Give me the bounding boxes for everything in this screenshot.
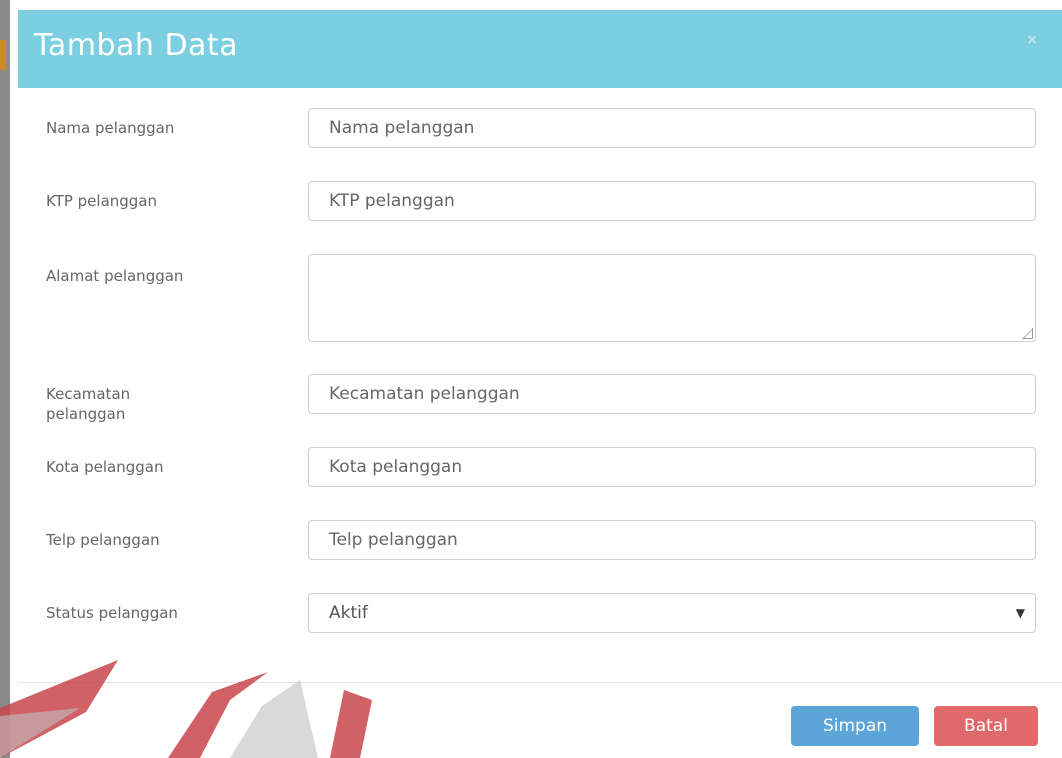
status-pelanggan-select[interactable]: Aktif ▼	[308, 593, 1036, 633]
label-alamat-pelanggan: Alamat pelanggan	[46, 267, 184, 285]
save-button[interactable]: Simpan	[791, 706, 919, 746]
modal-footer-divider	[18, 682, 1062, 683]
kecamatan-pelanggan-input[interactable]	[308, 374, 1036, 414]
nama-pelanggan-input[interactable]	[308, 108, 1036, 148]
label-telp-pelanggan: Telp pelanggan	[46, 531, 160, 549]
textarea-resize-handle[interactable]	[1022, 328, 1033, 339]
modal-title: Tambah Data	[34, 28, 239, 63]
label-nama-pelanggan: Nama pelanggan	[46, 119, 175, 137]
telp-pelanggan-input[interactable]	[308, 520, 1036, 560]
alamat-pelanggan-textarea[interactable]	[308, 254, 1036, 342]
background-top	[10, 0, 1062, 10]
label-kota-pelanggan: Kota pelanggan	[46, 458, 164, 476]
background-edge	[0, 0, 10, 758]
ktp-pelanggan-input[interactable]	[308, 181, 1036, 221]
status-selected-value: Aktif	[329, 603, 368, 623]
label-status-pelanggan: Status pelanggan	[46, 604, 178, 622]
label-kecamatan-pelanggan: Kecamatan pelanggan	[46, 385, 131, 423]
cancel-button[interactable]: Batal	[934, 706, 1038, 746]
add-data-modal: Tambah Data × Nama pelanggan KTP pelangg…	[18, 10, 1062, 758]
kota-pelanggan-input[interactable]	[308, 447, 1036, 487]
close-icon[interactable]: ×	[1026, 32, 1038, 48]
chevron-down-icon: ▼	[1015, 606, 1025, 620]
background-accent	[0, 40, 6, 70]
modal-header: Tambah Data ×	[18, 10, 1062, 88]
label-ktp-pelanggan: KTP pelanggan	[46, 192, 158, 210]
